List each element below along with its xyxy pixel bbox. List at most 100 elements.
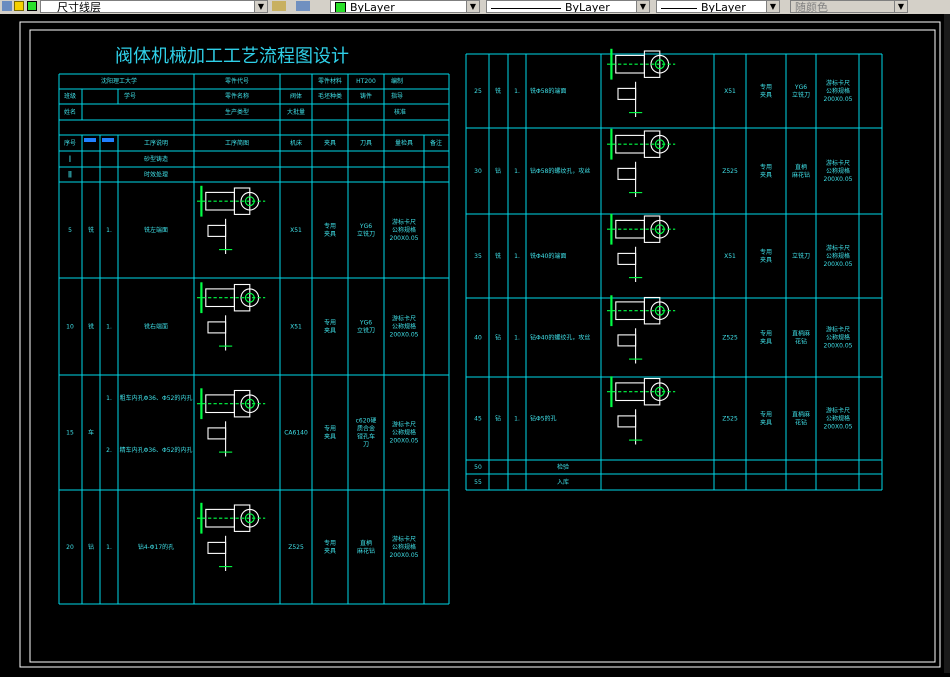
- col-header: 刀具: [360, 140, 372, 147]
- op-number: 30: [474, 168, 482, 175]
- layer-name: 尺寸线层: [57, 1, 101, 13]
- op-machine: X51: [724, 88, 736, 95]
- color-control-dropdown[interactable]: ByLayer ▼: [330, 0, 480, 13]
- op-type: 钻: [495, 333, 501, 341]
- col-header: 工序说明: [144, 139, 168, 147]
- student-no-label: 学号: [124, 92, 136, 100]
- op-number: 50: [474, 464, 482, 471]
- sketch-view2: [617, 252, 637, 265]
- op-tool: YG6 立铣刀: [357, 319, 375, 334]
- lineweight-sample: [661, 7, 697, 9]
- op-step-text: 粗车内孔Φ36、Φ52的内孔: [120, 394, 193, 402]
- layer-previous-icon[interactable]: [296, 1, 310, 11]
- op-number: 10: [66, 323, 74, 330]
- op-fixture: 专用夹具: [760, 248, 772, 264]
- op-tool: YG6 立铣刀: [792, 84, 810, 99]
- col-header: 机床: [290, 139, 302, 147]
- process-sketch: [196, 502, 266, 572]
- sketch-view2: [207, 427, 227, 440]
- op-type: 车: [88, 428, 94, 436]
- process-sketch: [606, 376, 676, 445]
- part-name-value: 阀体: [290, 92, 302, 100]
- linetype-value: ByLayer: [565, 1, 610, 13]
- op-tool: 立铣刀: [792, 252, 810, 260]
- sketch-view2: [207, 321, 227, 334]
- op-tool: 直柄麻花钻: [792, 410, 810, 426]
- process-sketch: [196, 388, 266, 457]
- lineweight-value: ByLayer: [701, 1, 746, 13]
- op-tool: 直柄麻花钻: [792, 163, 810, 179]
- op-machine: X51: [290, 227, 302, 234]
- op-gauge: 游标卡尺公称规格 200X0.05: [390, 218, 419, 242]
- op-type: 铣: [495, 87, 501, 95]
- plotstyle-control-dropdown[interactable]: 随颜色 ▼: [790, 0, 908, 13]
- col-header: 序号: [64, 139, 76, 147]
- drawing-title: 阀体机械加工工艺流程图设计: [115, 46, 349, 67]
- process-sketch: [606, 213, 676, 283]
- process-sketch: [606, 48, 676, 118]
- school-label: 沈阳理工大学: [101, 77, 137, 85]
- op-gauge: 游标卡尺公称规格 200X0.05: [824, 79, 853, 103]
- op-step-number: 1.: [514, 88, 520, 95]
- op-tool: 直柄麻花钻: [792, 329, 810, 345]
- sketch-view2: [207, 541, 227, 554]
- op-gauge: 游标卡尺公称规格 200X0.05: [824, 244, 853, 268]
- pre-op-number: Ⅱ: [68, 170, 72, 180]
- make-current-layer-icon[interactable]: [272, 1, 286, 11]
- color-swatch-icon: [335, 2, 346, 12]
- op-tool: c620硬质合金镗孔车刀: [356, 417, 377, 448]
- right-process-table: 25 铣 1. 铣Φ58的端面 X51 专用夹具 YG6 立铣刀游标卡尺公称规格 200X0.0…: [465, 48, 883, 491]
- chevron-down-icon[interactable]: ▼: [766, 1, 779, 12]
- part-name-label: 零件名称: [225, 92, 249, 100]
- production-type-label: 生产类型: [225, 108, 249, 116]
- chevron-down-icon[interactable]: ▼: [636, 1, 649, 12]
- op-fixture: 专用夹具: [760, 163, 772, 179]
- lineweight-control-dropdown[interactable]: ByLayer ▼: [656, 0, 780, 13]
- process-sketch: [606, 128, 676, 198]
- op-gauge: 游标卡尺公称规格 200X0.05: [824, 159, 853, 183]
- material-value: HT200: [356, 78, 376, 85]
- op-step-number: 1.: [106, 227, 112, 234]
- chevron-down-icon[interactable]: ▼: [466, 1, 479, 12]
- op-number: 55: [474, 479, 482, 486]
- left-process-table: 沈阳理工大学 零件代号 零件材料 HT200 编制班级 学号 零件名称 阀体 毛坯种类 铸件 指导姓…: [58, 73, 450, 605]
- layer-state-icon[interactable]: [2, 1, 12, 11]
- op-step-number: 1.: [514, 415, 520, 422]
- op-step-number: 2.: [106, 446, 112, 453]
- drawing-border-inner: [29, 29, 936, 663]
- col-header-mark: [84, 138, 96, 142]
- op-number: 40: [474, 334, 482, 341]
- blank-value: 铸件: [360, 92, 372, 100]
- op-step-number: 1.: [106, 395, 112, 402]
- chevron-down-icon[interactable]: ▼: [894, 1, 907, 12]
- op-machine: Z525: [722, 168, 738, 175]
- op-step-number: 1.: [106, 544, 112, 551]
- op-number: 25: [474, 88, 482, 95]
- drawing-canvas[interactable]: 阀体机械加工工艺流程图设计 沈阳理工大学 零件代号 零件材料 HT200 编制 班级 学号 零…: [0, 14, 950, 673]
- op-type: 铣: [88, 226, 94, 234]
- linetype-sample: [491, 7, 561, 9]
- op-type: 钻: [495, 414, 501, 422]
- op-gauge: 游标卡尺公称规格 200X0.05: [824, 325, 853, 349]
- op-tool: 直柄麻花钻: [357, 539, 375, 555]
- sketch-view2: [207, 224, 227, 237]
- chevron-down-icon[interactable]: ▼: [254, 1, 267, 12]
- op-fixture: 专用夹具: [324, 424, 336, 440]
- op-type: 铣: [495, 252, 501, 260]
- part-code-label: 零件代号: [225, 77, 249, 85]
- op-number: 45: [474, 415, 482, 422]
- guide-label: 指导: [391, 92, 403, 100]
- op-gauge: 游标卡尺公称规格 200X0.05: [824, 406, 853, 430]
- layer-dropdown[interactable]: 尺寸线层 ▼: [40, 0, 268, 13]
- vertical-scrollbar[interactable]: [944, 14, 950, 673]
- material-label: 零件材料: [318, 77, 342, 85]
- op-fixture: 专用夹具: [324, 539, 336, 555]
- col-header: 备注: [430, 139, 442, 147]
- op-step-text: 铣Φ40的端面: [530, 252, 566, 260]
- op-step-text: 检验: [557, 463, 569, 471]
- op-step-text: 铣左端面: [144, 226, 168, 234]
- linetype-control-dropdown[interactable]: ByLayer ▼: [486, 0, 650, 13]
- sketch-view2: [617, 415, 637, 428]
- sketch-view2: [617, 167, 637, 180]
- lightbulb-icon[interactable]: [14, 1, 24, 11]
